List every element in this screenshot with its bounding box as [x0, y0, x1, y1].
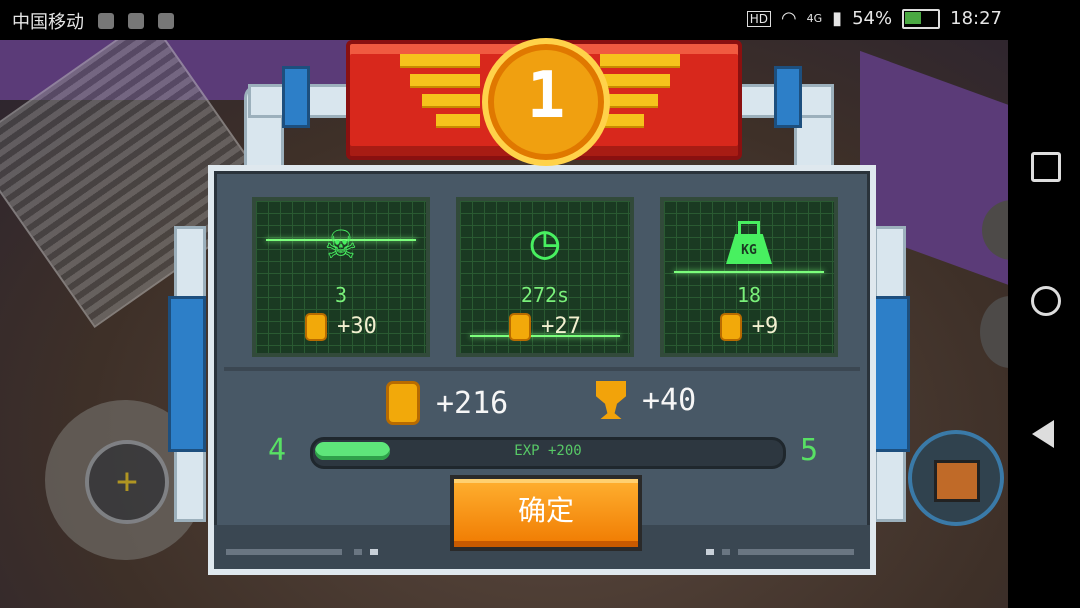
- clock-icon: ◷: [530, 214, 560, 270]
- hd-badge: HD: [746, 10, 771, 27]
- footer-decor: [226, 549, 342, 555]
- frame-cap: [282, 66, 310, 128]
- total-coins: +216: [386, 381, 508, 425]
- confirm-button[interactable]: 确定: [450, 475, 642, 551]
- divider: [224, 367, 860, 371]
- frame-cap: [168, 296, 206, 452]
- weight-coins: +9: [751, 314, 779, 339]
- kills-card: ☠ 3 +30: [252, 197, 430, 357]
- notification-icon: [98, 13, 114, 29]
- coin-icon: [509, 313, 532, 341]
- app-icon: [128, 13, 144, 29]
- total-trophies: +40: [596, 381, 696, 419]
- notification-icon: [158, 13, 174, 29]
- kills-value: 3: [334, 283, 348, 307]
- frame-cap: [774, 66, 802, 128]
- carrier-name: 中国移动: [12, 12, 84, 33]
- time-value: 272s: [520, 283, 570, 307]
- scan-line: [674, 271, 824, 273]
- weight-kg-icon: KG: [717, 215, 781, 269]
- exp-label: EXP +200: [514, 443, 582, 459]
- weapon-button[interactable]: [908, 430, 1004, 526]
- back-button[interactable]: [1032, 420, 1054, 448]
- left-wing-icon: [400, 54, 480, 134]
- android-nav-bar: [1008, 40, 1080, 608]
- network-type: 4G: [806, 12, 823, 25]
- footer-decor: [370, 549, 378, 555]
- home-button[interactable]: [1031, 286, 1061, 316]
- exp-bar: EXP +200: [310, 437, 786, 469]
- action-button[interactable]: [980, 296, 1008, 368]
- results-panel: ☠ 3 +30 ◷ 272s +27 KG 18 +9 +216 +40 4 E…: [208, 165, 876, 575]
- trophy-icon: [596, 381, 626, 419]
- coin-icon: [305, 313, 328, 341]
- weight-card: KG 18 +9: [660, 197, 838, 357]
- recents-button[interactable]: [1031, 152, 1061, 182]
- footer-decor: [738, 549, 854, 555]
- clock-time: 18:27: [950, 8, 1002, 29]
- footer-decor: [706, 549, 714, 555]
- time-reward: +27: [460, 313, 630, 341]
- exp-progress: 4 EXP +200 5: [260, 433, 824, 469]
- current-level: 4: [268, 433, 287, 468]
- plus-icon: +: [85, 440, 169, 524]
- frame-cap: [872, 296, 910, 452]
- totals-row: +216 +40: [214, 381, 870, 425]
- coin-icon: [719, 313, 742, 341]
- footer-decor: [354, 549, 362, 555]
- weight-value: 18: [736, 283, 762, 307]
- kills-coins: +30: [337, 314, 377, 339]
- time-coins: +27: [541, 314, 581, 339]
- kills-reward: +30: [256, 313, 426, 341]
- trophies-value: +40: [642, 382, 697, 418]
- rank-medal: 1: [346, 38, 742, 166]
- battery-percent: 54%: [852, 8, 893, 29]
- status-bar: 中国移动 HD ◠ 4G ▮ 54% 18:27: [0, 0, 1080, 40]
- signal-icon: ▮: [832, 8, 843, 29]
- weapon-icon: [934, 460, 980, 502]
- battery-icon: [902, 8, 941, 29]
- footer-decor: [722, 549, 730, 555]
- coin-icon: [386, 381, 420, 425]
- right-wing-icon: [600, 54, 680, 134]
- skull-crossbones-icon: ☠: [326, 214, 356, 270]
- weight-label: KG: [726, 234, 772, 264]
- time-card: ◷ 272s +27: [456, 197, 634, 357]
- weight-reward: +9: [664, 313, 834, 341]
- wifi-icon: ◠: [780, 8, 797, 29]
- next-level: 5: [800, 433, 819, 468]
- total-coins-value: +216: [436, 385, 509, 421]
- rank-number: 1: [482, 38, 610, 166]
